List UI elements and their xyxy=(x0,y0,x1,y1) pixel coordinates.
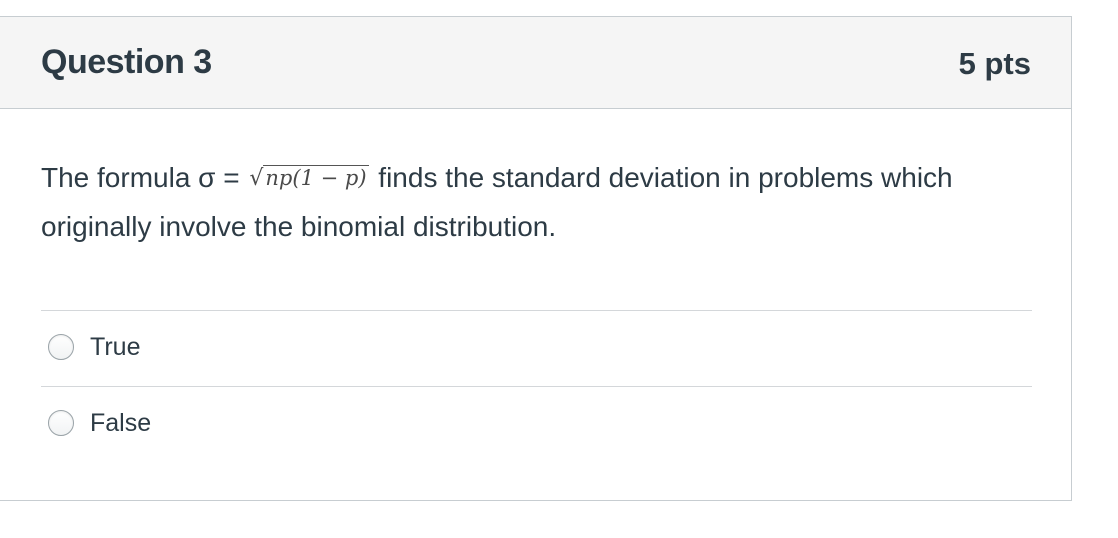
answer-divider xyxy=(41,310,1032,311)
answer-label-false[interactable]: False xyxy=(90,409,151,438)
question-text: The formula σ = √np(1 − p) finds the sta… xyxy=(41,154,1001,251)
question-card: Question 3 5 pts xyxy=(0,16,1072,501)
answer-label-true[interactable]: True xyxy=(90,333,140,362)
radio-button-false[interactable] xyxy=(48,410,74,436)
answer-option-true[interactable]: True xyxy=(48,331,140,363)
question-title: Question 3 xyxy=(41,43,212,81)
question-points: 5 pts xyxy=(958,46,1031,81)
formula-image: √np(1 − p) xyxy=(249,154,369,203)
square-root-symbol: √ xyxy=(249,166,264,191)
answer-divider xyxy=(41,386,1032,387)
formula-radicand: np(1 − p) xyxy=(263,165,369,190)
question-header: Question 3 5 pts xyxy=(0,17,1071,109)
question-text-before: The formula σ = xyxy=(41,162,248,193)
radio-button-true[interactable] xyxy=(48,334,74,360)
answer-option-false[interactable]: False xyxy=(48,407,151,439)
